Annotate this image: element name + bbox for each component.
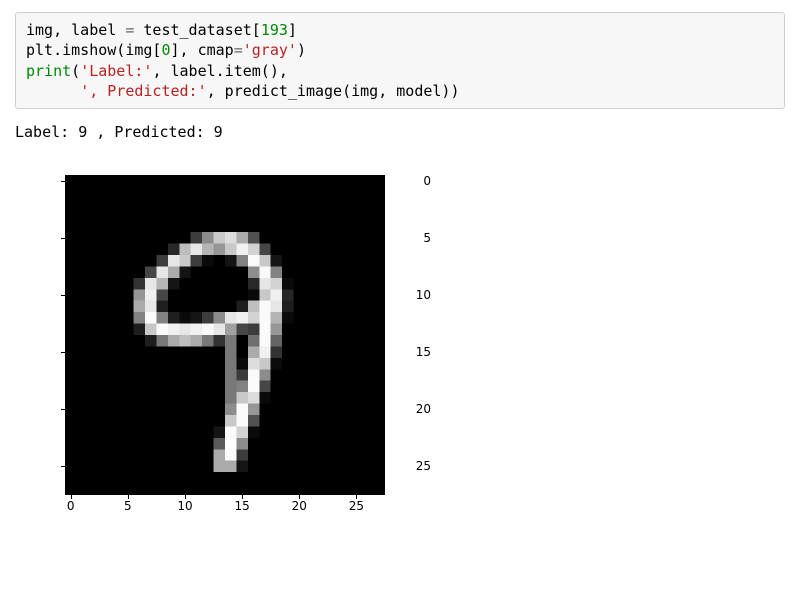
code-text: , label.item(), xyxy=(152,62,287,80)
code-text xyxy=(26,82,80,100)
x-tick-label: 0 xyxy=(67,499,75,513)
code-text: test_dataset[ xyxy=(134,21,260,39)
code-builtin: print xyxy=(26,62,71,80)
code-string: 'Label:' xyxy=(80,62,152,80)
matplotlib-figure: 0510152025 0510152025 xyxy=(15,165,435,565)
output-text: Label: 9 , Predicted: 9 xyxy=(15,123,785,141)
code-text: , predict_image(img, model)) xyxy=(207,82,460,100)
code-text: ) xyxy=(297,41,306,59)
notebook-page: { "code": { "l1_pre": "img, label ", "l1… xyxy=(0,0,800,601)
y-tick-label: 10 xyxy=(391,288,431,302)
code-number: 193 xyxy=(261,21,288,39)
x-tick-mark xyxy=(71,495,72,499)
x-tick-label: 25 xyxy=(349,499,364,513)
x-tick-mark xyxy=(185,495,186,499)
code-text: ] xyxy=(288,21,297,39)
code-text: img, label xyxy=(26,21,125,39)
x-tick-label: 20 xyxy=(292,499,307,513)
code-string: 'gray' xyxy=(243,41,297,59)
code-op: = xyxy=(234,41,243,59)
code-number: 0 xyxy=(161,41,170,59)
x-tick-mark xyxy=(299,495,300,499)
plot-axes: 0510152025 xyxy=(65,175,385,495)
x-tick-label: 10 xyxy=(177,499,192,513)
code-text: ( xyxy=(71,62,80,80)
code-text: ], cmap xyxy=(171,41,234,59)
y-tick-label: 0 xyxy=(391,174,431,188)
y-tick-label: 20 xyxy=(391,402,431,416)
code-cell[interactable]: img, label = test_dataset[193] plt.imsho… xyxy=(15,12,785,109)
x-tick-mark xyxy=(128,495,129,499)
x-tick-mark xyxy=(242,495,243,499)
x-tick-mark xyxy=(356,495,357,499)
y-tick-label: 15 xyxy=(391,345,431,359)
code-text: plt.imshow(img[ xyxy=(26,41,161,59)
x-tick-label: 15 xyxy=(235,499,250,513)
heatmap-plot xyxy=(65,175,385,495)
code-string: ', Predicted:' xyxy=(80,82,206,100)
x-tick-label: 5 xyxy=(124,499,132,513)
y-tick-label: 5 xyxy=(391,231,431,245)
heatmap-canvas xyxy=(65,175,385,495)
y-tick-label: 25 xyxy=(391,459,431,473)
